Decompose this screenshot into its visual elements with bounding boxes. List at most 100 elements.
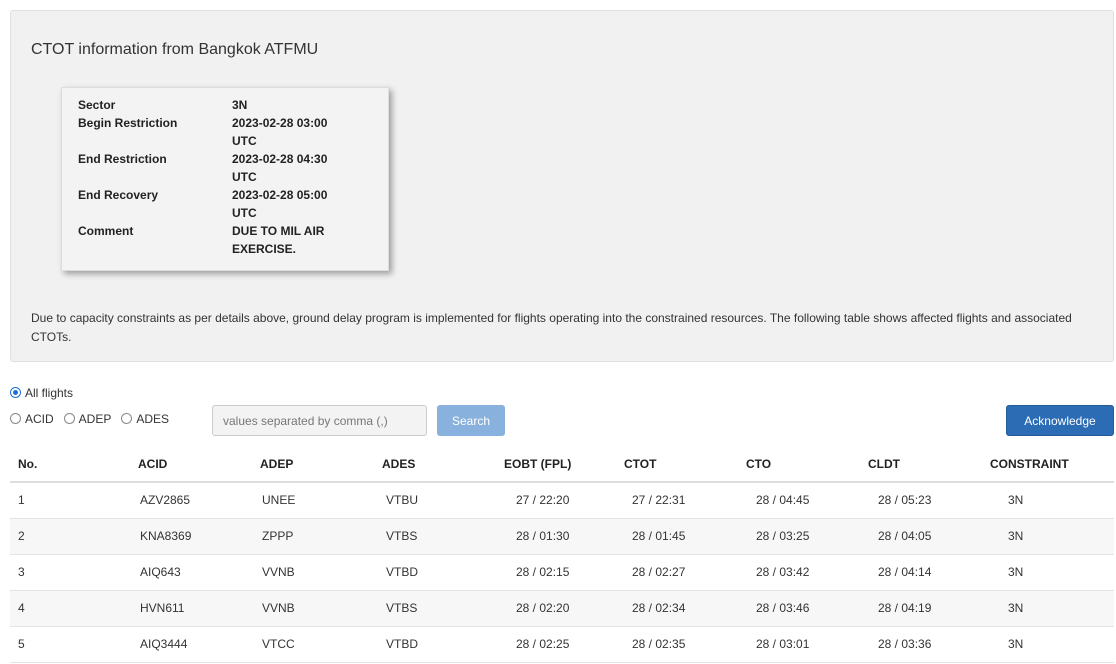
info-key: Sector — [78, 98, 116, 112]
panel-description: Due to capacity constraints as per detai… — [31, 311, 1072, 344]
table-row: 5 AIQ3444 VTCC VTBD 28 / 02:25 28 / 02:35 28 /… — [10, 626, 1114, 663]
info-key: Comment — [78, 224, 134, 238]
info-value: 2023-02-28 03:00 UTC — [232, 114, 368, 150]
table-cell: VTBD — [382, 626, 504, 663]
info-key: End Recovery — [78, 188, 159, 202]
search-values-input[interactable] — [212, 405, 427, 436]
table-cell: 28 / 02:27 — [624, 554, 746, 591]
table-cell: KNA8369 — [138, 518, 260, 555]
ctot-info-panel: CTOT information from Bangkok ATFMU Sect… — [10, 10, 1114, 362]
info-key: Begin Restriction — [78, 116, 178, 130]
table-cell: 3N — [990, 590, 1114, 627]
table-cell: 28 / 03:36 — [868, 626, 990, 663]
restriction-info-table: Sector 3N Begin Restriction 2023-02-28 03:0… — [78, 96, 368, 258]
filter-ades[interactable]: ADES — [121, 412, 169, 426]
info-row: Comment DUE TO MIL AIR EXERCISE. — [78, 222, 368, 258]
table-cell: 28 / 05:23 — [868, 482, 990, 519]
info-key: End Restriction — [78, 152, 167, 166]
info-value-line: 2023-02-28 04:30 — [232, 152, 328, 166]
info-value: DUE TO MIL AIR EXERCISE. — [232, 222, 368, 258]
all-flights-label[interactable]: All flights — [25, 386, 73, 400]
panel-title: CTOT information from Bangkok ATFMU — [31, 41, 319, 58]
column-header: EOBT (FPL) — [504, 446, 624, 483]
info-value-line: UTC — [232, 170, 257, 184]
table-cell: 3N — [990, 554, 1114, 591]
info-value: 2023-02-28 04:30 UTC — [232, 150, 368, 186]
info-value-line: 2023-02-28 03:00 — [232, 116, 328, 130]
table-cell: VVNB — [260, 554, 382, 591]
column-header: CTO — [746, 446, 868, 483]
column-header: ADEP — [260, 446, 382, 483]
info-value-line: EXERCISE. — [232, 242, 297, 256]
table-cell: VVNB — [260, 590, 382, 627]
table-cell: 28 / 04:14 — [868, 554, 990, 591]
table-cell: 28 / 01:45 — [624, 518, 746, 555]
adep-radio[interactable] — [63, 413, 75, 424]
filter-adep[interactable]: ADEP — [63, 412, 112, 426]
column-header: ACID — [138, 446, 260, 483]
table-cell: VTBS — [382, 518, 504, 555]
acid-radio[interactable] — [10, 413, 21, 424]
info-value-line: UTC — [232, 206, 257, 220]
table-cell: 28 / 01:30 — [504, 518, 624, 555]
table-cell: 28 / 02:15 — [504, 554, 624, 591]
table-cell: 28 / 02:34 — [624, 590, 746, 627]
info-value-line: 2023-02-28 05:00 — [232, 188, 328, 202]
table-cell: VTBU — [382, 482, 504, 519]
acid-label[interactable]: ACID — [25, 412, 54, 426]
table-cell: AIQ3444 — [138, 626, 260, 663]
table-cell: VTBD — [382, 554, 504, 591]
table-cell: 28 / 04:05 — [868, 518, 990, 555]
table-row: 4 HVN611 VVNB VTBS 28 / 02:20 28 / 02:34 28 / … — [10, 590, 1114, 627]
table-cell: UNEE — [260, 482, 382, 519]
table-row: 1 AZV2865 UNEE VTBU 27 / 22:20 27 / 22:31 28 /… — [10, 482, 1114, 519]
info-value-line: DUE TO MIL AIR — [232, 224, 325, 238]
all-flights-radio[interactable] — [10, 387, 21, 398]
info-row: End Restriction 2023-02-28 04:30 UTC — [78, 150, 368, 186]
table-cell: 28 / 03:25 — [746, 518, 868, 555]
table-cell: 28 / 03:42 — [746, 554, 868, 591]
column-header: CONSTRAINT — [990, 446, 1114, 483]
filter-acid[interactable]: ACID — [10, 412, 54, 426]
table-cell: 3N — [990, 482, 1114, 519]
table-cell: VTBS — [382, 590, 504, 627]
table-cell: 28 / 04:19 — [868, 590, 990, 627]
column-header: CTOT — [624, 446, 746, 483]
table-cell: 3N — [990, 518, 1114, 555]
table-cell: 4 — [10, 590, 138, 627]
table-cell: 27 / 22:31 — [624, 482, 746, 519]
info-value-line: 3N — [232, 98, 248, 112]
acknowledge-button[interactable]: Acknowledge — [1006, 405, 1114, 436]
table-cell: AZV2865 — [138, 482, 260, 519]
filter-field-options: ACID ADEP ADES — [10, 412, 179, 426]
info-row: Sector 3N — [78, 96, 368, 114]
table-cell: 1 — [10, 482, 138, 519]
table-cell: 28 / 03:46 — [746, 590, 868, 627]
table-row: 2 KNA8369 ZPPP VTBS 28 / 01:30 28 / 01:45 28 /… — [10, 518, 1114, 555]
info-row: Begin Restriction 2023-02-28 03:00 UTC — [78, 114, 368, 150]
table-header-row: No. ACID ADEP ADES EOBT (FPL) CTOT CTO CLDT CONS… — [10, 446, 1114, 483]
table-cell: ZPPP — [260, 518, 382, 555]
info-value: 3N — [232, 96, 368, 114]
ades-radio[interactable] — [121, 413, 133, 424]
info-row: End Recovery 2023-02-28 05:00 UTC — [78, 186, 368, 222]
table-cell: 28 / 02:20 — [504, 590, 624, 627]
table-row: 3 AIQ643 VVNB VTBD 28 / 02:15 28 / 02:27 28 / … — [10, 554, 1114, 591]
table-cell: 28 / 02:35 — [624, 626, 746, 663]
table-cell: 27 / 22:20 — [504, 482, 624, 519]
table-cell: 2 — [10, 518, 138, 555]
restriction-info-card: Sector 3N Begin Restriction 2023-02-28 03:0… — [61, 87, 389, 271]
info-value-line: UTC — [232, 134, 257, 148]
column-header: No. — [10, 446, 138, 483]
filter-all-flights[interactable]: All flights — [10, 386, 73, 400]
table-cell: VTCC — [260, 626, 382, 663]
search-button[interactable]: Search — [437, 405, 505, 436]
ades-label[interactable]: ADES — [136, 412, 169, 426]
column-header: CLDT — [868, 446, 990, 483]
table-cell: AIQ643 — [138, 554, 260, 591]
table-cell: 28 / 04:45 — [746, 482, 868, 519]
adep-label[interactable]: ADEP — [79, 412, 112, 426]
table-cell: 5 — [10, 626, 138, 663]
column-header: ADES — [382, 446, 504, 483]
info-value: 2023-02-28 05:00 UTC — [232, 186, 368, 222]
